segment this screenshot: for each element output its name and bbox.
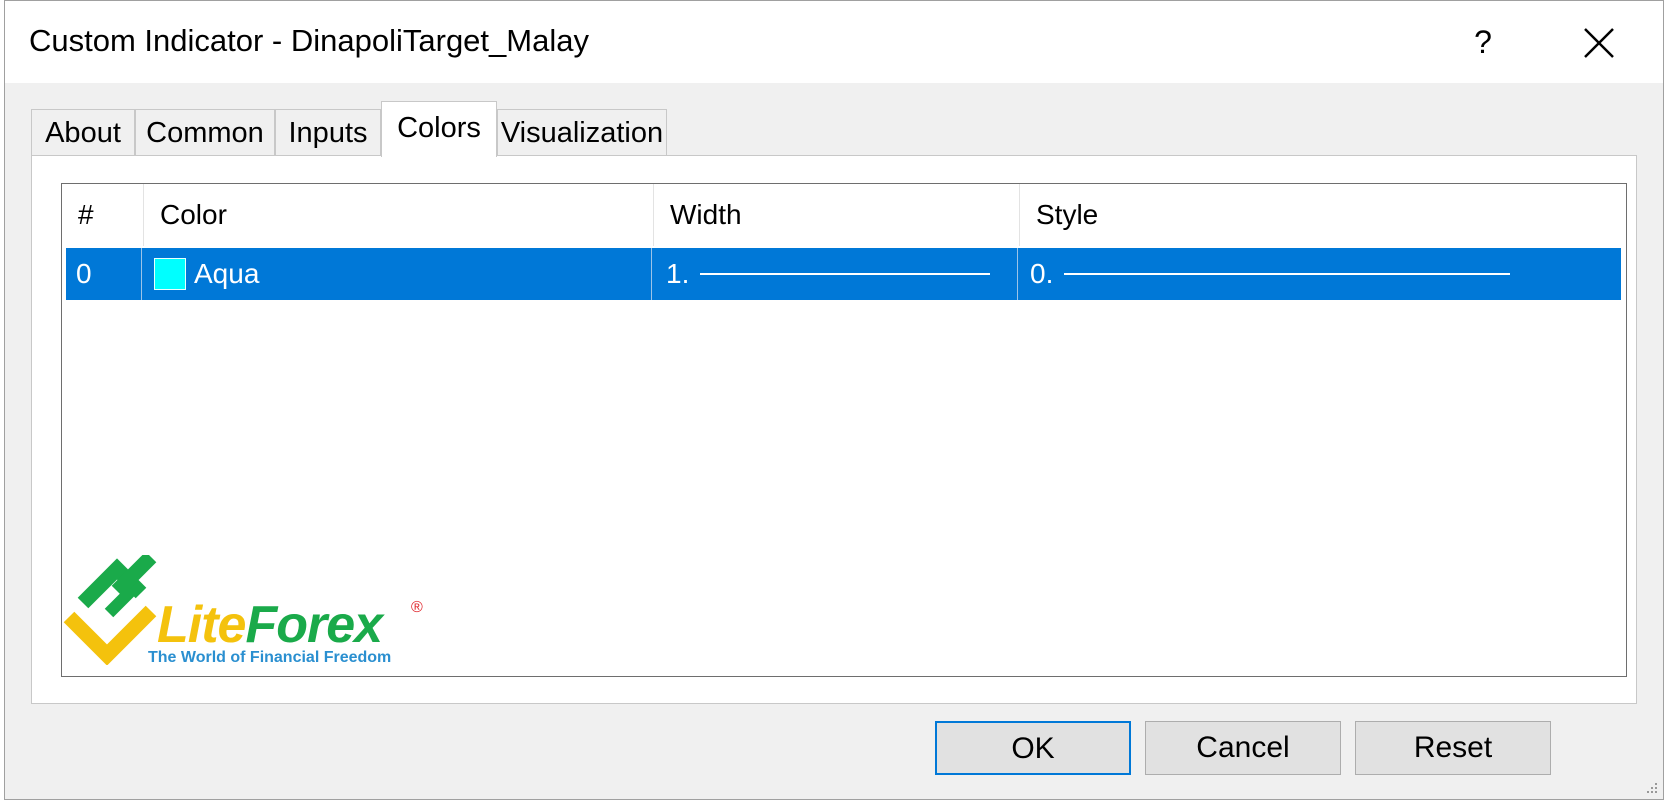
tab-inputs[interactable]: Inputs <box>275 109 381 155</box>
liteforex-logo: LiteForex ® The World of Financial Freed… <box>61 555 431 670</box>
column-header-width[interactable]: Width <box>654 184 1020 246</box>
row-style-cell[interactable]: 0. <box>1018 248 1621 300</box>
row-color-name: Aqua <box>194 258 260 289</box>
row-style-value: 0. <box>1030 258 1054 289</box>
tab-colors[interactable]: Colors <box>381 101 497 157</box>
cancel-button[interactable]: Cancel <box>1145 721 1341 775</box>
registered-mark: ® <box>411 599 423 616</box>
ok-button[interactable]: OK <box>935 721 1131 775</box>
tab-common[interactable]: Common <box>135 109 275 155</box>
logo-brand-text: LiteForex <box>157 596 383 654</box>
row-color-cell[interactable]: Aqua <box>142 248 652 300</box>
column-header-color[interactable]: Color <box>144 184 654 246</box>
help-button[interactable]: ? <box>1463 17 1503 67</box>
tab-about[interactable]: About <box>31 109 135 155</box>
width-line-sample <box>700 273 990 275</box>
column-header-style[interactable]: Style <box>1020 184 1626 246</box>
row-width-value: 1. <box>666 258 690 289</box>
resize-grip-icon[interactable] <box>1645 781 1659 795</box>
close-button[interactable] <box>1573 19 1623 69</box>
close-icon <box>1584 28 1614 58</box>
color-swatch <box>154 258 186 290</box>
row-width-cell[interactable]: 1. <box>652 248 1018 300</box>
style-line-sample <box>1064 273 1510 275</box>
title-bar: Custom Indicator - DinapoliTarget_Malay … <box>5 1 1663 83</box>
tab-visualization[interactable]: Visualization <box>497 109 667 155</box>
window-title: Custom Indicator - DinapoliTarget_Malay <box>29 23 589 58</box>
custom-indicator-dialog: Custom Indicator - DinapoliTarget_Malay … <box>4 0 1664 800</box>
logo-slogan: The World of Financial Freedom <box>148 649 392 666</box>
reset-button[interactable]: Reset <box>1355 721 1551 775</box>
column-header-index[interactable]: # <box>62 184 144 246</box>
table-row[interactable]: 0 Aqua 1. 0. <box>66 248 1621 300</box>
row-index: 0 <box>66 248 142 300</box>
